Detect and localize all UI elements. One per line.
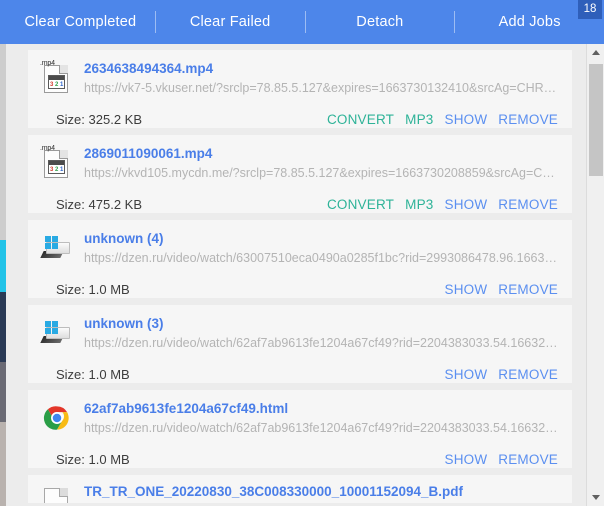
mp3-link[interactable]: MP3 <box>405 197 433 212</box>
job-filename[interactable]: 2634638494364.mp4 <box>84 60 560 77</box>
windows-logo-icon <box>45 236 58 249</box>
chrome-icon <box>40 400 74 434</box>
detach-button[interactable]: Detach <box>306 0 455 44</box>
job-card-header: .mp4 3 2 1 2869011090061.mp4 https://vkvd105.… <box>40 144 560 186</box>
show-link[interactable]: SHOW <box>444 112 487 127</box>
job-meta: 62af7ab9613fe1204a67cf49.html https://dze… <box>84 399 560 437</box>
windows-logo-icon <box>45 321 58 334</box>
job-card[interactable]: unknown (3) https://dzen.ru/video/watch/6… <box>28 305 572 383</box>
job-card[interactable]: 62af7ab9613fe1204a67cf49.html https://dze… <box>28 390 572 468</box>
job-card-header: .mp4 3 2 1 2634638494364.mp4 https://vk7-5.vk… <box>40 59 560 101</box>
show-link[interactable]: SHOW <box>444 452 487 467</box>
job-card-header: unknown (3) https://dzen.ru/video/watch/6… <box>40 314 560 356</box>
job-actions: SHOW REMOVE <box>444 367 558 382</box>
job-size: Size: 475.2 KB <box>56 196 142 212</box>
job-card-footer: Size: 1.0 MB SHOW REMOVE <box>40 449 560 469</box>
show-link[interactable]: SHOW <box>444 367 487 382</box>
file-extension-label: .mp4 <box>40 60 55 67</box>
clear-failed-button[interactable]: Clear Failed <box>156 0 305 44</box>
mp4-file-icon: .mp4 3 2 1 <box>40 60 74 94</box>
job-size: Size: 1.0 MB <box>56 281 130 297</box>
show-link[interactable]: SHOW <box>444 282 487 297</box>
download-manager-popup: Clear Completed Clear Failed Detach Add … <box>0 0 604 506</box>
job-actions: SHOW REMOVE <box>444 452 558 467</box>
toolbar: Clear Completed Clear Failed Detach Add … <box>6 0 604 44</box>
job-meta: unknown (4) https://dzen.ru/video/watch/6… <box>84 229 560 267</box>
job-card-header: 62af7ab9613fe1204a67cf49.html https://dze… <box>40 399 560 441</box>
job-source-url: https://dzen.ru/video/watch/62af7ab9613f… <box>84 421 558 435</box>
job-size: Size: 1.0 MB <box>56 451 130 467</box>
mp4-file-icon: .mp4 3 2 1 <box>40 145 74 179</box>
job-card[interactable]: TR_TR_ONE_20220830_38C008330000_10001152… <box>28 475 572 503</box>
job-card[interactable]: unknown (4) https://dzen.ru/video/watch/6… <box>28 220 572 298</box>
job-source-url: https://dzen.ru/video/watch/62af7ab9613f… <box>84 336 558 350</box>
job-meta: unknown (3) https://dzen.ru/video/watch/6… <box>84 314 560 352</box>
job-list[interactable]: .mp4 3 2 1 2634638494364.mp4 https://vk7-5.vk… <box>6 44 586 506</box>
job-card[interactable]: .mp4 3 2 1 2634638494364.mp4 https://vk7-5.vk… <box>28 50 572 128</box>
job-filename[interactable]: 62af7ab9613fe1204a67cf49.html <box>84 400 560 417</box>
windows-drive-icon <box>40 230 74 264</box>
scrollbar-thumb[interactable] <box>589 64 603 176</box>
media-clapboard-icon: 321 <box>48 160 65 174</box>
job-actions: SHOW REMOVE <box>444 282 558 297</box>
remove-link[interactable]: REMOVE <box>498 452 558 467</box>
remove-link[interactable]: REMOVE <box>498 367 558 382</box>
convert-link[interactable]: CONVERT <box>327 112 394 127</box>
job-actions: CONVERT MP3 SHOW REMOVE <box>327 112 558 127</box>
job-source-url: https://vkvd105.mycdn.me/?srclp=78.85.5.… <box>84 166 555 180</box>
media-clapboard-icon: 321 <box>48 75 65 89</box>
clear-completed-button[interactable]: Clear Completed <box>6 0 155 44</box>
job-meta: TR_TR_ONE_20220830_38C008330000_10001152… <box>84 482 560 500</box>
remove-link[interactable]: REMOVE <box>498 112 558 127</box>
job-size: Size: 325.2 KB <box>56 111 142 127</box>
job-source-url: https://dzen.ru/video/watch/63007510eca0… <box>84 251 557 265</box>
remove-link[interactable]: REMOVE <box>498 197 558 212</box>
convert-link[interactable]: CONVERT <box>327 197 394 212</box>
remove-link[interactable]: REMOVE <box>498 282 558 297</box>
job-meta: 2869011090061.mp4 https://vkvd105.mycdn.m… <box>84 144 560 182</box>
chevron-up-icon[interactable] <box>587 44 604 61</box>
page-edge-sliver <box>0 0 6 506</box>
vertical-scrollbar[interactable] <box>586 44 604 506</box>
job-card-footer: Size: 1.0 MB SHOW REMOVE <box>40 364 560 384</box>
job-card[interactable]: .mp4 3 2 1 2869011090061.mp4 https://vkvd105.… <box>28 135 572 213</box>
mp3-link[interactable]: MP3 <box>405 112 433 127</box>
job-card-footer: Size: 1.0 MB SHOW REMOVE <box>40 279 560 299</box>
job-card-header: TR_TR_ONE_20220830_38C008330000_10001152… <box>40 482 560 503</box>
job-card-header: unknown (4) https://dzen.ru/video/watch/6… <box>40 229 560 271</box>
job-filename[interactable]: TR_TR_ONE_20220830_38C008330000_10001152… <box>84 483 560 500</box>
job-card-footer: Size: 325.2 KB CONVERT MP3 SHOW REMOVE <box>40 109 560 129</box>
pdf-file-icon <box>40 483 74 503</box>
chevron-down-icon[interactable] <box>587 489 604 506</box>
job-actions: CONVERT MP3 SHOW REMOVE <box>327 197 558 212</box>
job-filename[interactable]: unknown (3) <box>84 315 560 332</box>
job-card-footer: Size: 475.2 KB CONVERT MP3 SHOW REMOVE <box>40 194 560 214</box>
job-meta: 2634638494364.mp4 https://vk7-5.vkuser.ne… <box>84 59 560 97</box>
job-size: Size: 1.0 MB <box>56 366 130 382</box>
job-filename[interactable]: unknown (4) <box>84 230 560 247</box>
windows-drive-icon <box>40 315 74 349</box>
file-extension-label: .mp4 <box>40 145 55 152</box>
show-link[interactable]: SHOW <box>444 197 487 212</box>
job-count-badge: 18 <box>578 0 602 19</box>
job-source-url: https://vk7-5.vkuser.net/?srclp=78.85.5.… <box>84 81 557 95</box>
job-filename[interactable]: 2869011090061.mp4 <box>84 145 560 162</box>
